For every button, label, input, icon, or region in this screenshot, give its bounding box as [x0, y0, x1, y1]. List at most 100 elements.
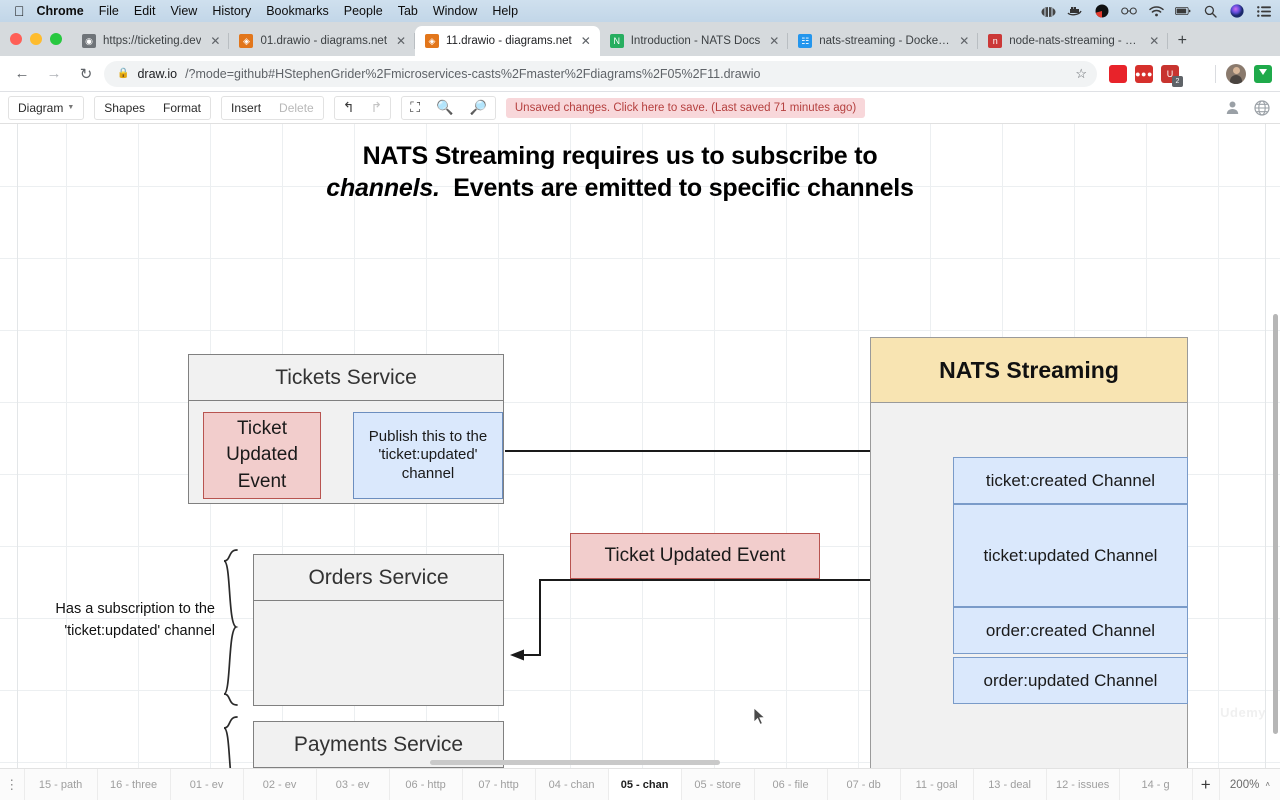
page-tab-07-http[interactable]: 07 - http: [461, 769, 535, 800]
browser-tab-docker-hub[interactable]: ☷ nats-streaming - Docker Hub ✕: [788, 26, 979, 56]
page-tab-15-path[interactable]: 15 - path: [23, 769, 97, 800]
channel-ticket-created[interactable]: ticket:created Channel: [953, 457, 1188, 504]
page-tab-07-db[interactable]: 07 - db: [826, 769, 900, 800]
minimize-window-button[interactable]: [30, 33, 42, 45]
menu-item-people[interactable]: People: [344, 4, 383, 18]
orders-service-box[interactable]: Orders Service: [253, 554, 504, 706]
publish-instruction-box[interactable]: Publish this to the'ticket:updated' chann…: [353, 412, 503, 499]
page-tab-03-ev[interactable]: 03 - ev: [315, 769, 389, 800]
close-icon[interactable]: ✕: [208, 34, 222, 48]
obs-icon[interactable]: [1094, 3, 1110, 19]
window-controls[interactable]: [8, 22, 72, 56]
orders-annotation-text: Has a subscription to the 'ticket:update…: [55, 601, 215, 640]
more-vertical-icon[interactable]: ⋮: [0, 769, 24, 800]
page-tab-05-chan[interactable]: 05 - chan: [607, 769, 681, 800]
reading-list-icon[interactable]: ☰: [1187, 65, 1205, 83]
browser-tab-npm[interactable]: n node-nats-streaming - npm ✕: [978, 26, 1169, 56]
globe-icon[interactable]: [1254, 99, 1270, 116]
browser-tab-ticketing[interactable]: ◉ https://ticketing.dev ✕: [72, 26, 230, 56]
menu-item-view[interactable]: View: [170, 4, 197, 18]
channel-order-updated[interactable]: order:updated Channel: [953, 657, 1188, 704]
browser-tab-nats-docs[interactable]: N Introduction - NATS Docs ✕: [600, 26, 789, 56]
macos-menubar:  Chrome File Edit View History Bookmark…: [0, 0, 1280, 22]
apple-icon[interactable]: : [14, 4, 25, 18]
page-tab-12-issues[interactable]: 12 - issues: [1045, 769, 1119, 800]
channel-label: order:updated Channel: [983, 670, 1158, 690]
browser-tab-11-drawio[interactable]: ◈ 11.drawio - diagrams.net ✕: [415, 26, 600, 56]
adblock-icon[interactable]: ●●●: [1135, 64, 1153, 83]
ublock-icon[interactable]: U 2: [1161, 64, 1183, 87]
address-bar[interactable]: 🔒 draw.io /?mode=github#HStephenGrider%2F…: [104, 60, 1097, 87]
orders-service-title: Orders Service: [254, 555, 503, 601]
close-icon[interactable]: ✕: [579, 34, 593, 48]
close-icon[interactable]: ✕: [957, 34, 971, 48]
fullscreen-icon[interactable]: ⛶: [402, 97, 428, 119]
nats-icon: N: [609, 34, 624, 48]
siri-icon[interactable]: [1229, 3, 1245, 19]
page-tab-02-ev[interactable]: 02 - ev: [242, 769, 316, 800]
menu-item-chrome[interactable]: Chrome: [37, 4, 84, 18]
channel-order-created[interactable]: order:created Channel: [953, 607, 1188, 654]
page-tab-13-deal[interactable]: 13 - deal: [972, 769, 1046, 800]
vertical-scrollbar[interactable]: [1273, 314, 1278, 734]
opera-icon[interactable]: [1109, 64, 1127, 83]
tab-title: 11.drawio - diagrams.net: [446, 35, 572, 47]
unsaved-status-banner[interactable]: Unsaved changes. Click here to save. (La…: [505, 97, 866, 118]
brain-icon[interactable]: [1040, 3, 1056, 19]
glasses-icon[interactable]: [1121, 3, 1137, 19]
back-button[interactable]: ←: [8, 60, 36, 88]
zoom-out-icon[interactable]: 🔎: [461, 97, 494, 119]
close-window-button[interactable]: [10, 33, 22, 45]
channel-label: order:created Channel: [985, 620, 1156, 640]
tab-title: node-nats-streaming - npm: [1009, 35, 1141, 47]
add-page-button[interactable]: +: [1191, 769, 1219, 800]
menu-item-file[interactable]: File: [99, 4, 119, 18]
horizontal-scrollbar[interactable]: [430, 760, 720, 765]
battery-icon[interactable]: [1175, 3, 1191, 19]
close-icon[interactable]: ✕: [1147, 34, 1161, 48]
page-tab-16-three[interactable]: 16 - three: [96, 769, 170, 800]
format-button[interactable]: Format: [154, 97, 210, 119]
page-tab-04-chan[interactable]: 04 - chan: [534, 769, 608, 800]
forward-button[interactable]: →: [40, 60, 68, 88]
maximize-window-button[interactable]: [50, 33, 62, 45]
menu-item-history[interactable]: History: [212, 4, 251, 18]
menu-item-bookmarks[interactable]: Bookmarks: [266, 4, 329, 18]
ticket-updated-event-box[interactable]: Ticket Updated Event: [203, 412, 321, 499]
search-icon[interactable]: [1202, 3, 1218, 19]
page-tab-11-goal[interactable]: 11 - goal: [899, 769, 973, 800]
menu-item-edit[interactable]: Edit: [134, 4, 156, 18]
download-icon[interactable]: [1254, 64, 1272, 83]
menu-item-help[interactable]: Help: [492, 4, 518, 18]
browser-tab-01-drawio[interactable]: ◈ 01.drawio - diagrams.net ✕: [229, 26, 415, 56]
page-tab-06-file[interactable]: 06 - file: [753, 769, 827, 800]
close-icon[interactable]: ✕: [767, 34, 781, 48]
channel-ticket-updated[interactable]: ticket:updated Channel: [953, 504, 1188, 607]
insert-button[interactable]: Insert: [222, 97, 270, 119]
avatar[interactable]: [1226, 63, 1246, 84]
divider: [1215, 64, 1216, 83]
person-icon[interactable]: [1225, 100, 1240, 115]
menu-item-window[interactable]: Window: [433, 4, 477, 18]
menu-item-tab[interactable]: Tab: [398, 4, 418, 18]
zoom-control[interactable]: 200% ˄: [1218, 769, 1280, 800]
docker-icon[interactable]: [1067, 3, 1083, 19]
star-icon[interactable]: ☆: [1075, 66, 1087, 82]
shapes-button[interactable]: Shapes: [95, 97, 154, 119]
floating-ticket-updated-event-box[interactable]: Ticket Updated Event: [570, 533, 820, 579]
chevron-up-icon: ˄: [1265, 780, 1270, 789]
page-tab-14-g[interactable]: 14 - g: [1118, 769, 1192, 800]
zoom-in-icon[interactable]: 🔍: [428, 97, 461, 119]
diagram-menu-button[interactable]: Diagram ▼: [9, 97, 83, 119]
wifi-icon[interactable]: [1148, 3, 1164, 19]
page-tab-06-http[interactable]: 06 - http: [388, 769, 462, 800]
undo-icon[interactable]: ↰: [335, 97, 363, 119]
page-tab-05-store[interactable]: 05 - store: [680, 769, 754, 800]
diagram-canvas[interactable]: NATS Streaming requires us to subscribe …: [0, 124, 1280, 768]
page-tab-01-ev[interactable]: 01 - ev: [169, 769, 243, 800]
reload-button[interactable]: ↻: [72, 60, 100, 88]
new-tab-button[interactable]: +: [1168, 26, 1196, 56]
control-center-icon[interactable]: [1256, 3, 1272, 19]
history-group: ↰ ↱: [333, 95, 392, 120]
close-icon[interactable]: ✕: [394, 34, 408, 48]
